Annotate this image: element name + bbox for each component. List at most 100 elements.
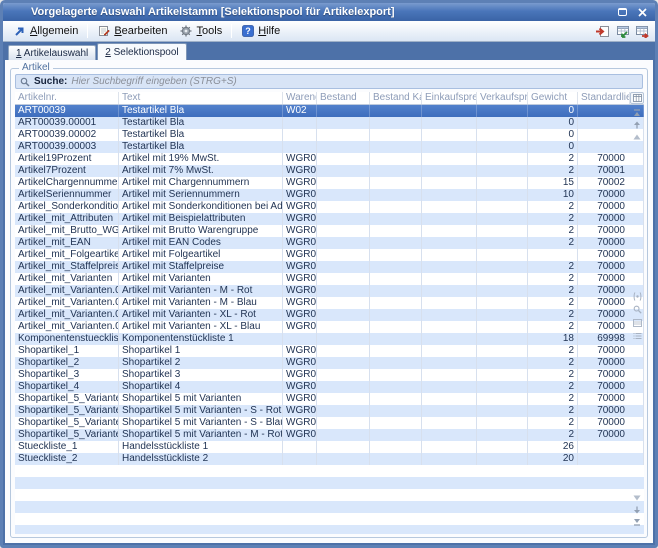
table-row[interactable]: ArtikelChargennummerArtikel mit Chargenn… — [15, 177, 644, 189]
table-row[interactable]: Artikel_mit_Varianten.003Artikel mit Var… — [15, 285, 644, 297]
list-view-icon — [633, 332, 642, 340]
cell — [370, 345, 422, 357]
table-row[interactable]: Artikel_mit_VariantenArtikel mit Variant… — [15, 273, 644, 285]
table-row[interactable]: Shopartikel_5_Varianten.3Shopartikel 5 m… — [15, 429, 644, 441]
cell — [317, 441, 370, 453]
cell: 70000 — [578, 237, 644, 249]
menu-hilfe[interactable]: ? Hilfe — [235, 23, 286, 40]
table-row[interactable]: ART00039Testartikel BlaW020 — [15, 105, 644, 117]
cell — [317, 201, 370, 213]
search-input[interactable] — [71, 76, 638, 88]
table-row[interactable]: Shopartikel_5_VariantenShopartikel 5 mit… — [15, 393, 644, 405]
cell: W02 — [283, 105, 317, 117]
scroll-to-top-button[interactable] — [630, 107, 644, 119]
list-view-button[interactable] — [630, 330, 644, 342]
titlebar: Vorgelagerte Auswahl Artikelstamm [Selek… — [3, 3, 655, 21]
table-row[interactable]: Artikel_SonderkonditionenArtikel mit Son… — [15, 201, 644, 213]
table-row[interactable]: Stueckliste_1Handelsstückliste 126 — [15, 441, 644, 453]
row-indicator-button[interactable] — [630, 291, 644, 303]
cell: Shopartikel_5_Varianten.2 — [15, 417, 119, 429]
menu-label: Tools — [197, 25, 223, 37]
transfer-button[interactable] — [593, 23, 611, 40]
cell — [370, 105, 422, 117]
menu-allgemein[interactable]: Allgemein — [7, 23, 84, 40]
table-row[interactable]: ART00039.00001Testartikel Bla0 — [15, 117, 644, 129]
column-header[interactable]: Standardlief — [578, 92, 630, 104]
table-row[interactable]: Shopartikel_2Shopartikel 2WGR01270000 — [15, 357, 644, 369]
import-to-pool-button[interactable] — [613, 23, 631, 40]
cell — [477, 201, 528, 213]
card-view-button[interactable] — [630, 317, 644, 329]
groupbox-label: Artikel — [19, 62, 53, 74]
menu-label: Allgemein — [30, 25, 78, 37]
table-row[interactable]: Artikel_mit_Varianten.005Artikel mit Var… — [15, 309, 644, 321]
column-chooser-button[interactable] — [630, 92, 644, 104]
table-row[interactable]: Artikel7ProzentArtikel mit 7% MwSt.WGR02… — [15, 165, 644, 177]
table-row[interactable]: Artikel_mit_Varianten.006Artikel mit Var… — [15, 321, 644, 333]
table-row[interactable]: Komponentenstueckliste_1Komponentenstück… — [15, 333, 644, 345]
table-row[interactable]: ART00039.00002Testartikel Bla0 — [15, 129, 644, 141]
column-header[interactable]: Bestand Kalk. — [370, 92, 422, 104]
close-button[interactable] — [636, 6, 649, 18]
table-row[interactable]: Shopartikel_1Shopartikel 1WGR01270000 — [15, 345, 644, 357]
column-header[interactable]: Gewicht — [528, 92, 578, 104]
cell — [370, 309, 422, 321]
table-row[interactable]: ART00039.00003Testartikel Bla0 — [15, 141, 644, 153]
cell — [317, 321, 370, 333]
cell — [422, 141, 477, 153]
cell: ART00039.00001 — [15, 117, 119, 129]
cell — [370, 261, 422, 273]
table-row[interactable]: Shopartikel_5_Varianten.1Shopartikel 5 m… — [15, 405, 644, 417]
table-row[interactable]: Shopartikel_5_Varianten.2Shopartikel 5 m… — [15, 417, 644, 429]
table-row[interactable]: Artikel_mit_FolgeartikelArtikel mit Folg… — [15, 249, 644, 261]
page-down-button[interactable] — [630, 504, 644, 516]
cell: WGR01 — [283, 369, 317, 381]
cell — [422, 213, 477, 225]
export-from-pool-button[interactable] — [633, 23, 651, 40]
table-row[interactable]: Artikel_mit_Varianten.004Artikel mit Var… — [15, 297, 644, 309]
table-row[interactable]: Artikel_mit_EANArtikel mit EAN CodesWGR0… — [15, 237, 644, 249]
row-up-button[interactable] — [630, 131, 644, 143]
table-row[interactable]: ArtikelSeriennummerArtikel mit Seriennum… — [15, 189, 644, 201]
cell — [317, 345, 370, 357]
table-row[interactable]: Artikel_mit_Brutto_WGRArtikel mit Brutto… — [15, 225, 644, 237]
cell: 2 — [528, 165, 578, 177]
column-header[interactable]: Bestand — [317, 92, 370, 104]
menu-tools[interactable]: Tools — [174, 23, 229, 40]
cell — [422, 129, 477, 141]
column-header[interactable]: Text — [119, 92, 283, 104]
column-header[interactable]: Artikelnr. — [15, 92, 119, 104]
cell: WGR01 — [283, 189, 317, 201]
cell: Artikel mit Varianten - M - Rot — [119, 285, 283, 297]
row-down-button[interactable] — [630, 492, 644, 504]
grid-search-button[interactable] — [630, 304, 644, 316]
tab-artikelauswahl[interactable]: 1 Artikelauswahl — [8, 45, 96, 60]
page-up-button[interactable] — [630, 119, 644, 131]
menu-bearbeiten[interactable]: Bearbeiten — [91, 23, 173, 40]
cell: WGR01 — [283, 273, 317, 285]
cell — [477, 225, 528, 237]
table-row[interactable]: Stueckliste_2Handelsstückliste 220 — [15, 453, 644, 465]
cell — [370, 417, 422, 429]
cell: 2 — [528, 285, 578, 297]
cell: WGR01 — [283, 417, 317, 429]
tab-selektionspool[interactable]: 2 Selektionspool — [97, 43, 186, 60]
menu-separator — [87, 24, 88, 38]
row-indicator-icon — [633, 292, 642, 301]
cell — [370, 321, 422, 333]
table-row[interactable]: Artikel_mit_StaffelpreiseArtikel mit Sta… — [15, 261, 644, 273]
column-header[interactable]: Verkaufspreis — [477, 92, 528, 104]
table-row[interactable]: Artikel19ProzentArtikel mit 19% MwSt.WGR… — [15, 153, 644, 165]
column-header[interactable]: Einkaufspreis — [422, 92, 477, 104]
cell — [422, 261, 477, 273]
table-row[interactable]: Shopartikel_3Shopartikel 3WGR01270000 — [15, 369, 644, 381]
column-header[interactable]: Wareng — [283, 92, 317, 104]
maximize-button[interactable] — [616, 6, 629, 18]
table-row[interactable]: Shopartikel_4Shopartikel 4WGR01270000 — [15, 381, 644, 393]
cell: Shopartikel 3 — [119, 369, 283, 381]
search-bar[interactable]: Suche: — [15, 74, 643, 89]
scroll-to-bottom-button[interactable] — [630, 516, 644, 528]
cell: Shopartikel_4 — [15, 381, 119, 393]
table-row[interactable]: Artikel_mit_AttributenArtikel mit Beispi… — [15, 213, 644, 225]
cell — [422, 249, 477, 261]
